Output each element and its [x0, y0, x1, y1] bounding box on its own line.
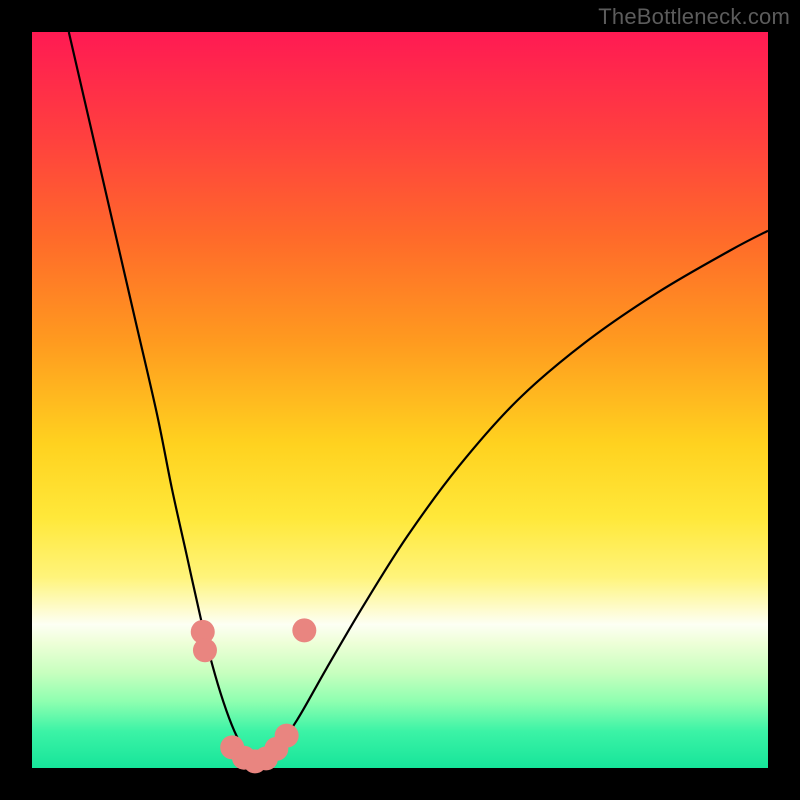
chart-marker [275, 724, 299, 748]
watermark-text: TheBottleneck.com [598, 4, 790, 30]
chart-svg [32, 32, 768, 768]
chart-frame: TheBottleneck.com [0, 0, 800, 800]
chart-markers [191, 618, 317, 773]
chart-plot-area [32, 32, 768, 768]
bottleneck-curve [69, 32, 768, 762]
chart-marker [292, 618, 316, 642]
chart-marker [193, 638, 217, 662]
